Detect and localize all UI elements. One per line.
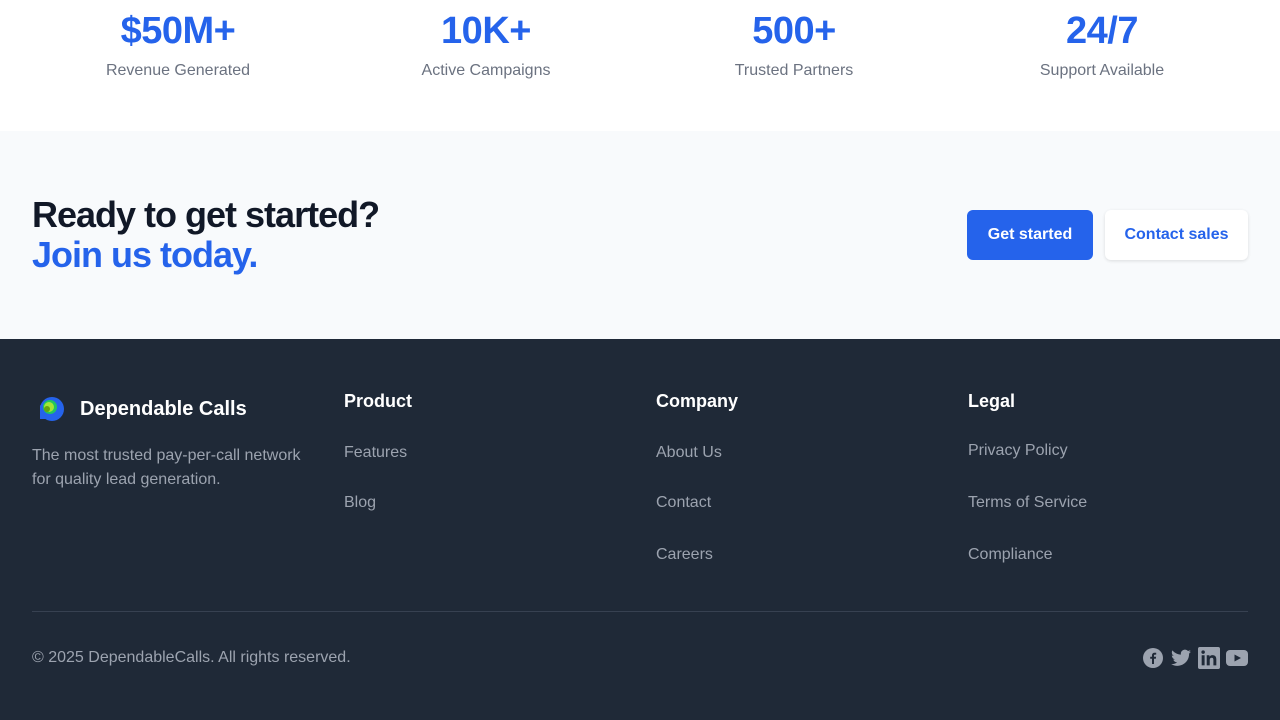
stat-value: 10K+ <box>441 10 531 52</box>
footer-column-product: Product Features Blog <box>344 391 413 511</box>
stat-label: Support Available <box>1039 62 1165 79</box>
linkedin-icon[interactable] <box>1198 646 1220 670</box>
youtube-icon[interactable] <box>1226 646 1248 670</box>
copyright-text: © 2025 DependableCalls. All rights reser… <box>32 649 351 666</box>
footer-brand[interactable]: Dependable Calls <box>32 391 247 427</box>
footer-link-about-us[interactable]: About Us <box>656 444 722 462</box>
social-links <box>1142 646 1248 670</box>
cta-heading: Ready to get started? Join us today. <box>32 194 380 275</box>
cta-section: Ready to get started? Join us today. Get… <box>0 131 1280 339</box>
brand-logo-icon <box>40 397 64 421</box>
stat-partners: 500+ Trusted Partners <box>640 8 948 80</box>
brand-name: Dependable Calls <box>80 397 247 420</box>
contact-sales-button[interactable]: Contact sales <box>1105 210 1248 260</box>
cta-heading-line2: Join us today. <box>32 234 258 275</box>
footer-link-careers[interactable]: Careers <box>656 546 713 564</box>
twitter-icon[interactable] <box>1170 646 1192 670</box>
stat-value: $50M+ <box>120 10 236 52</box>
footer-link-features[interactable]: Features <box>344 444 407 462</box>
footer-link-terms-of-service[interactable]: Terms of Service <box>968 494 1087 512</box>
stat-label: Revenue Generated <box>105 62 251 79</box>
footer-link-privacy-policy[interactable]: Privacy Policy <box>968 442 1068 460</box>
footer-column-legal: Legal Privacy Policy Terms of Service Co… <box>968 391 1087 563</box>
column-title: Legal <box>968 391 1016 411</box>
cta-heading-line1: Ready to get started? <box>32 194 380 235</box>
column-title: Company <box>656 391 739 411</box>
stat-label: Active Campaigns <box>421 62 551 79</box>
footer-divider <box>32 611 1248 612</box>
footer-column-company: Company About Us Contact Careers <box>656 391 739 563</box>
stat-value: 500+ <box>752 10 836 52</box>
stat-campaigns: 10K+ Active Campaigns <box>332 8 640 80</box>
stat-value: 24/7 <box>1066 10 1138 52</box>
footer-link-compliance[interactable]: Compliance <box>968 546 1052 564</box>
stats-section: $50M+ Revenue Generated 10K+ Active Camp… <box>0 0 1280 131</box>
column-title: Product <box>344 391 413 411</box>
footer-link-blog[interactable]: Blog <box>344 494 376 512</box>
footer-link-contact[interactable]: Contact <box>656 494 711 512</box>
stat-support: 24/7 Support Available <box>948 8 1256 80</box>
brand-description: The most trusted pay-per-call network fo… <box>32 447 301 488</box>
stat-revenue: $50M+ Revenue Generated <box>24 8 332 80</box>
get-started-button[interactable]: Get started <box>967 210 1093 260</box>
facebook-icon[interactable] <box>1142 646 1164 670</box>
footer: Dependable Calls The most trusted pay-pe… <box>0 339 1280 720</box>
stat-label: Trusted Partners <box>734 62 854 79</box>
